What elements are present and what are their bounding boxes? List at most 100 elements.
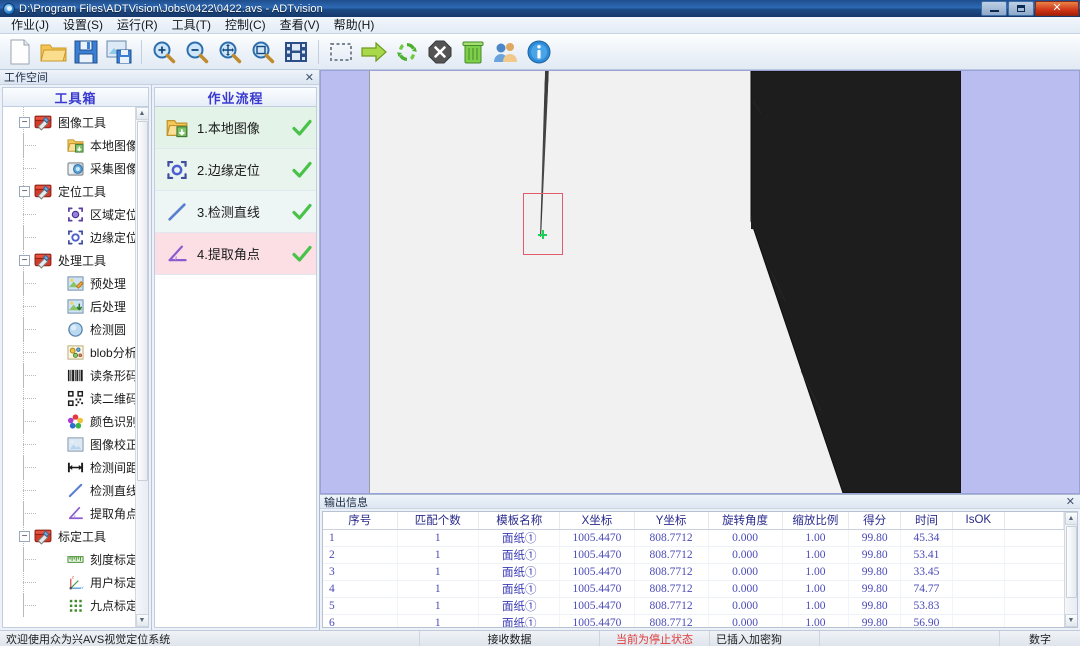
tree-item-detect-line[interactable]: 检测直线: [3, 479, 148, 502]
scroll-up-arrow[interactable]: ▲: [136, 107, 149, 120]
toolbox-scrollbar[interactable]: ▲ ▼: [135, 107, 148, 627]
zoom-fit-icon[interactable]: [249, 38, 277, 66]
zoom-in-icon[interactable]: [150, 38, 178, 66]
tree-item-measure-distance[interactable]: 检测间距: [3, 456, 148, 479]
table-cell: 0.000: [708, 580, 782, 597]
scroll-thumb[interactable]: [137, 121, 148, 481]
tree-item-toolgroup[interactable]: −图像工具: [3, 111, 148, 134]
table-row[interactable]: 21面纸①1005.4470808.77120.0001.0099.8053.4…: [323, 546, 1064, 563]
tree-item-blob-analysis[interactable]: blob分析: [3, 341, 148, 364]
tree-item-capture-image[interactable]: 采集图像: [3, 157, 148, 180]
menu-control[interactable]: 控制(C): [218, 17, 273, 34]
flow-step-1[interactable]: 1.本地图像: [155, 107, 316, 149]
table-column-header[interactable]: 序号: [323, 512, 397, 529]
blob-analysis-icon: [65, 344, 85, 362]
table-column-header[interactable]: 旋转角度: [708, 512, 782, 529]
tree-item-detect-circle[interactable]: 检测圆: [3, 318, 148, 341]
film-strip-icon[interactable]: [282, 38, 310, 66]
tree-item-toolgroup[interactable]: − 标定工具: [3, 525, 148, 548]
tree-item-qrcode[interactable]: 读二维码: [3, 387, 148, 410]
flow-step-3[interactable]: 3.检测直线: [155, 191, 316, 233]
table-cell: 0.000: [708, 614, 782, 628]
tree-item-toolgroup[interactable]: −处理工具: [3, 249, 148, 272]
tree-expander-icon[interactable]: −: [19, 531, 30, 542]
table-cell: 53.41: [901, 546, 953, 563]
select-region-icon[interactable]: [327, 38, 355, 66]
scroll-down-arrow[interactable]: ▼: [1065, 614, 1078, 627]
flow-step-4[interactable]: 4.提取角点: [155, 233, 316, 275]
table-cell: 99.80: [849, 580, 901, 597]
menu-tools[interactable]: 工具(T): [165, 17, 218, 34]
table-column-header[interactable]: IsOK: [952, 512, 1004, 529]
window-controls: ✕: [981, 0, 1079, 17]
menu-job[interactable]: 作业(J): [4, 17, 56, 34]
table-column-header[interactable]: X坐标: [560, 512, 634, 529]
workspace-close-icon[interactable]: ✕: [305, 71, 314, 84]
tree-item-barcode[interactable]: 读条形码: [3, 364, 148, 387]
tree-expander-icon[interactable]: −: [19, 117, 30, 128]
image-view[interactable]: [320, 70, 1080, 494]
table-row[interactable]: 41面纸①1005.4470808.77120.0001.0099.8074.7…: [323, 580, 1064, 597]
refresh-cycle-icon[interactable]: [393, 38, 421, 66]
scroll-track[interactable]: [136, 481, 148, 614]
close-button[interactable]: ✕: [1035, 1, 1079, 16]
output-scrollbar[interactable]: ▲ ▼: [1064, 512, 1077, 627]
output-close-icon[interactable]: ✕: [1066, 495, 1075, 508]
save-as-image-icon[interactable]: [105, 38, 133, 66]
table-column-header[interactable]: Y坐标: [634, 512, 708, 529]
save-icon[interactable]: [72, 38, 100, 66]
run-arrow-icon[interactable]: [360, 38, 388, 66]
flow-step-2[interactable]: 2.边缘定位: [155, 149, 316, 191]
menu-help[interactable]: 帮助(H): [327, 17, 382, 34]
tree-item-scale-calibration[interactable]: 刻度标定: [3, 548, 148, 571]
menu-settings[interactable]: 设置(S): [56, 17, 110, 34]
tree-item-image-correction[interactable]: 图像校正: [3, 433, 148, 456]
scroll-thumb[interactable]: [1066, 526, 1077, 598]
tree-item-color-recognition[interactable]: 颜色识别: [3, 410, 148, 433]
tree-item-extract-corner[interactable]: 提取角点: [3, 502, 148, 525]
info-icon[interactable]: [525, 38, 553, 66]
tree-item-nine-point-calibration[interactable]: 九点标定: [3, 594, 148, 617]
pan-zoom-icon[interactable]: [216, 38, 244, 66]
toolgroup-icon: [33, 252, 53, 270]
tree-item-local-image[interactable]: 本地图像: [3, 134, 148, 157]
users-icon[interactable]: [492, 38, 520, 66]
barcode-icon: [65, 367, 85, 385]
table-row[interactable]: 51面纸①1005.4470808.77120.0001.0099.8053.8…: [323, 597, 1064, 614]
qrcode-icon: [65, 390, 85, 408]
tree-item-area-locate[interactable]: 区域定位: [3, 203, 148, 226]
tree-item-edge-locate[interactable]: 边缘定位: [3, 226, 148, 249]
menu-view[interactable]: 查看(V): [273, 17, 327, 34]
table-column-header[interactable]: 模板名称: [479, 512, 560, 529]
new-document-icon[interactable]: [6, 38, 34, 66]
table-column-header[interactable]: 匹配个数: [397, 512, 478, 529]
scroll-up-arrow[interactable]: ▲: [1065, 512, 1078, 525]
tree-item-preprocess[interactable]: 预处理: [3, 272, 148, 295]
minimize-button[interactable]: [981, 1, 1007, 16]
menu-run[interactable]: 运行(R): [110, 17, 165, 34]
flow-list: 1.本地图像2.边缘定位3.检测直线4.提取角点: [155, 107, 316, 275]
scroll-track[interactable]: [1065, 598, 1077, 614]
zoom-out-icon[interactable]: [183, 38, 211, 66]
table-column-header[interactable]: 得分: [849, 512, 901, 529]
table-column-header[interactable]: 缩放比例: [782, 512, 849, 529]
table-column-header[interactable]: 时间: [901, 512, 953, 529]
table-cell-filler: [1004, 580, 1063, 597]
table-row[interactable]: 31面纸①1005.4470808.77120.0001.0099.8033.4…: [323, 563, 1064, 580]
tree-item-toolgroup[interactable]: −定位工具: [3, 180, 148, 203]
maximize-button[interactable]: [1008, 1, 1034, 16]
tree-expander-icon[interactable]: −: [19, 255, 30, 266]
trash-icon[interactable]: [459, 38, 487, 66]
tree-item-postprocess[interactable]: 后处理: [3, 295, 148, 318]
tree-expander-icon[interactable]: −: [19, 186, 30, 197]
toolbox-title: 工具箱: [2, 87, 149, 106]
table-row[interactable]: 11面纸①1005.4470808.77120.0001.0099.8045.3…: [323, 529, 1064, 546]
stop-icon[interactable]: [426, 38, 454, 66]
open-folder-icon[interactable]: [39, 38, 67, 66]
tree-item-user-calibration[interactable]: ZY用户标定: [3, 571, 148, 594]
scroll-down-arrow[interactable]: ▼: [136, 614, 149, 627]
tree-item-label: 标定工具: [58, 528, 106, 545]
image-canvas[interactable]: [369, 71, 961, 493]
table-row[interactable]: 61面纸①1005.4470808.77120.0001.0099.8056.9…: [323, 614, 1064, 628]
roi-rectangle[interactable]: [523, 193, 563, 255]
